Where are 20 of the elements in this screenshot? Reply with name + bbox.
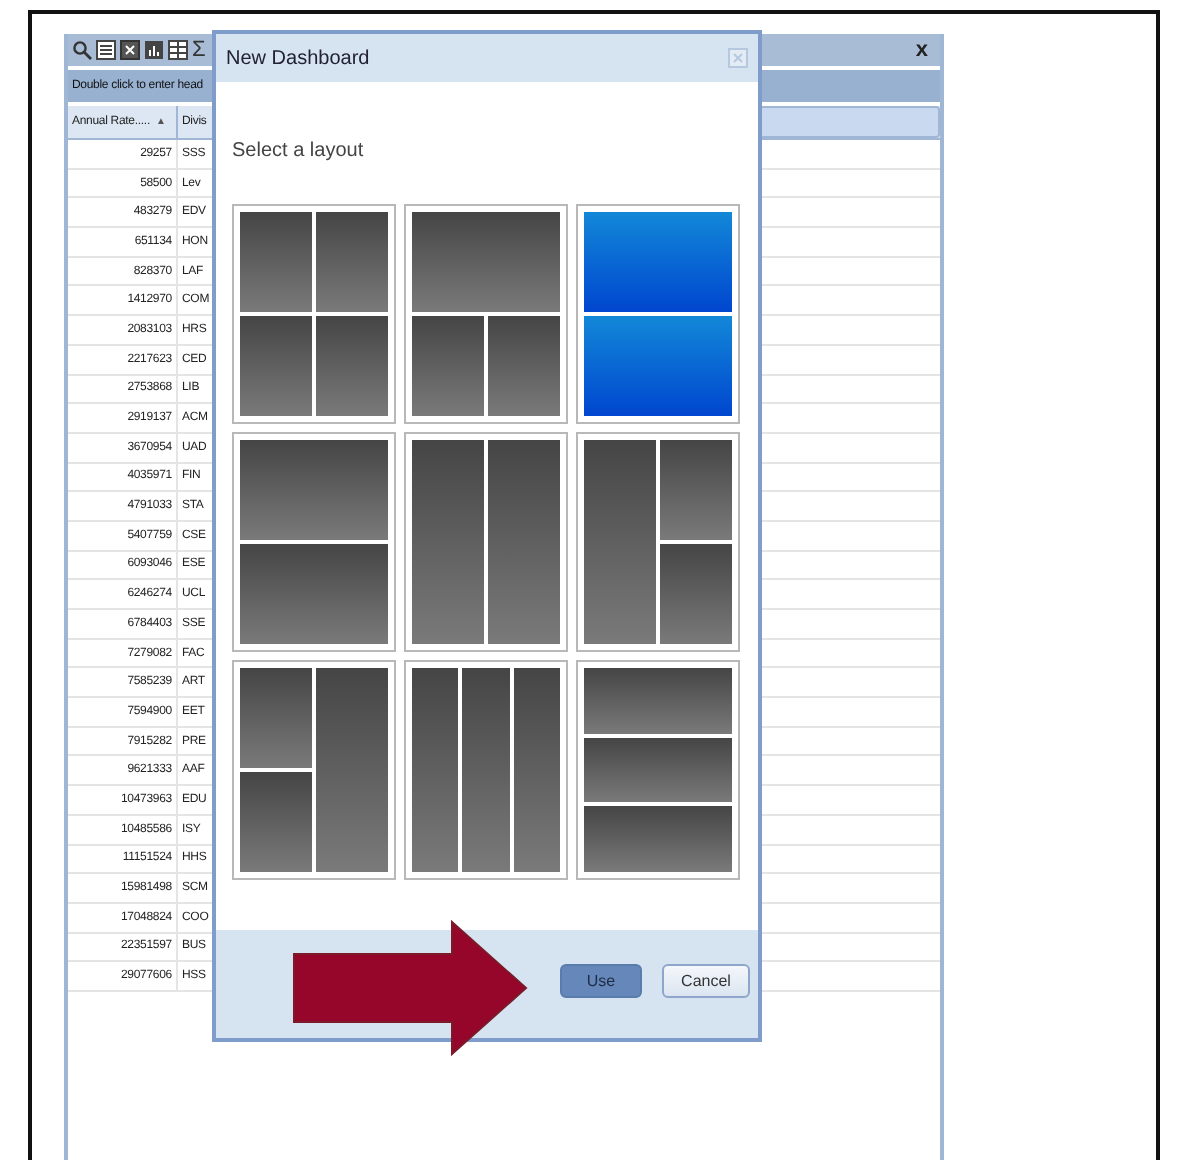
layout-option[interactable] bbox=[576, 432, 740, 652]
layout-option[interactable] bbox=[404, 204, 568, 424]
close-button[interactable]: x bbox=[915, 39, 928, 61]
dialog-title: New Dashboard bbox=[226, 47, 370, 69]
delete-icon[interactable] bbox=[120, 40, 140, 60]
layout-option[interactable] bbox=[232, 432, 396, 652]
layout-option[interactable] bbox=[576, 204, 740, 424]
prompt-text: Select a layout bbox=[232, 140, 364, 162]
table-icon[interactable] bbox=[168, 40, 188, 60]
list-icon[interactable] bbox=[96, 40, 116, 60]
cancel-button[interactable]: Cancel bbox=[662, 963, 750, 997]
layout-option[interactable] bbox=[576, 660, 740, 880]
layout-option[interactable] bbox=[404, 432, 568, 652]
layout-option[interactable] bbox=[404, 660, 568, 880]
layout-option[interactable] bbox=[232, 204, 396, 424]
chart-icon[interactable] bbox=[144, 40, 164, 60]
layout-option[interactable] bbox=[232, 660, 396, 880]
sum-button[interactable]: Σ bbox=[192, 39, 206, 61]
use-button[interactable]: Use bbox=[560, 963, 642, 997]
search-icon[interactable] bbox=[72, 40, 92, 60]
